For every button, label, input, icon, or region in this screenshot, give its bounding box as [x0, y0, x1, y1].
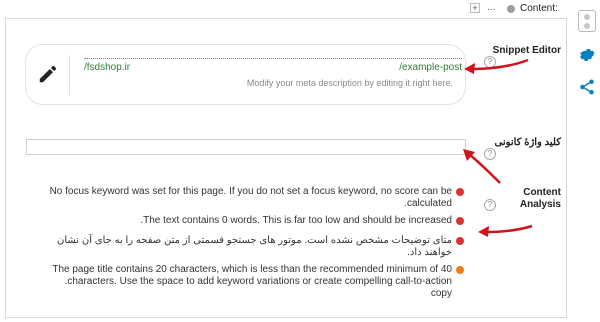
tab-content[interactable]: Content:	[520, 3, 558, 14]
analysis-item: No focus keyword was set for this page. …	[41, 186, 466, 210]
analysis-item-line: .calculated	[404, 198, 452, 209]
annotation-arrow	[478, 224, 533, 237]
analysis-item-line: .characters. Use the space to add keywor…	[64, 276, 452, 299]
analysis-item: The page title contains 20 characters, w…	[41, 264, 466, 300]
improvement-bullet-icon	[456, 266, 464, 274]
snippet-title-placeholder[interactable]	[84, 58, 462, 59]
problem-bullet-icon	[456, 237, 464, 245]
traffic-light-icon[interactable]	[578, 10, 596, 32]
yoast-sidebar	[573, 0, 600, 322]
analysis-item: .The text contains 0 words. This is far …	[41, 215, 466, 227]
analysis-item: متای توضیحات مشخص نشده است. موتور های جس…	[41, 235, 466, 259]
pencil-icon[interactable]	[37, 63, 59, 85]
annotation-arrow	[463, 149, 501, 184]
annotation-arrow	[464, 58, 529, 74]
problem-bullet-icon	[456, 217, 464, 225]
problem-bullet-icon	[456, 188, 464, 196]
metabox-tabbar: + ... Content:	[466, 0, 572, 18]
snippet-url-slug: /example-post	[399, 62, 462, 73]
analysis-item-line: No focus keyword was set for this page. …	[49, 186, 452, 197]
snippet-preview[interactable]: /fsdshop.ir /example-post Modify your me…	[25, 44, 466, 105]
content-analysis-label-line1: Content	[523, 187, 561, 198]
analysis-item-line: .The text contains 0 words. This is far …	[140, 215, 452, 226]
focus-keyword-input[interactable]	[26, 139, 466, 155]
analysis-item-line: .خواهند داد	[407, 247, 452, 258]
gear-icon[interactable]	[578, 44, 596, 66]
more-tabs-button[interactable]: ...	[487, 2, 495, 13]
tab-score-indicator-icon	[507, 5, 515, 13]
add-tab-button[interactable]: +	[470, 3, 480, 13]
snippet-meta-description[interactable]: Modify your meta description by editing …	[247, 78, 453, 88]
snippet-url-base: /fsdshop.ir	[84, 62, 131, 73]
snippet-divider	[69, 55, 70, 95]
analysis-help-icon[interactable]: ?	[484, 199, 496, 211]
snippet-editor-label: Snippet Editor	[492, 45, 561, 56]
analysis-item-line: متای توضیحات مشخص نشده است. موتور های جس…	[56, 235, 452, 246]
share-icon[interactable]	[578, 76, 596, 98]
analysis-item-line: The page title contains 20 characters, w…	[52, 264, 452, 275]
